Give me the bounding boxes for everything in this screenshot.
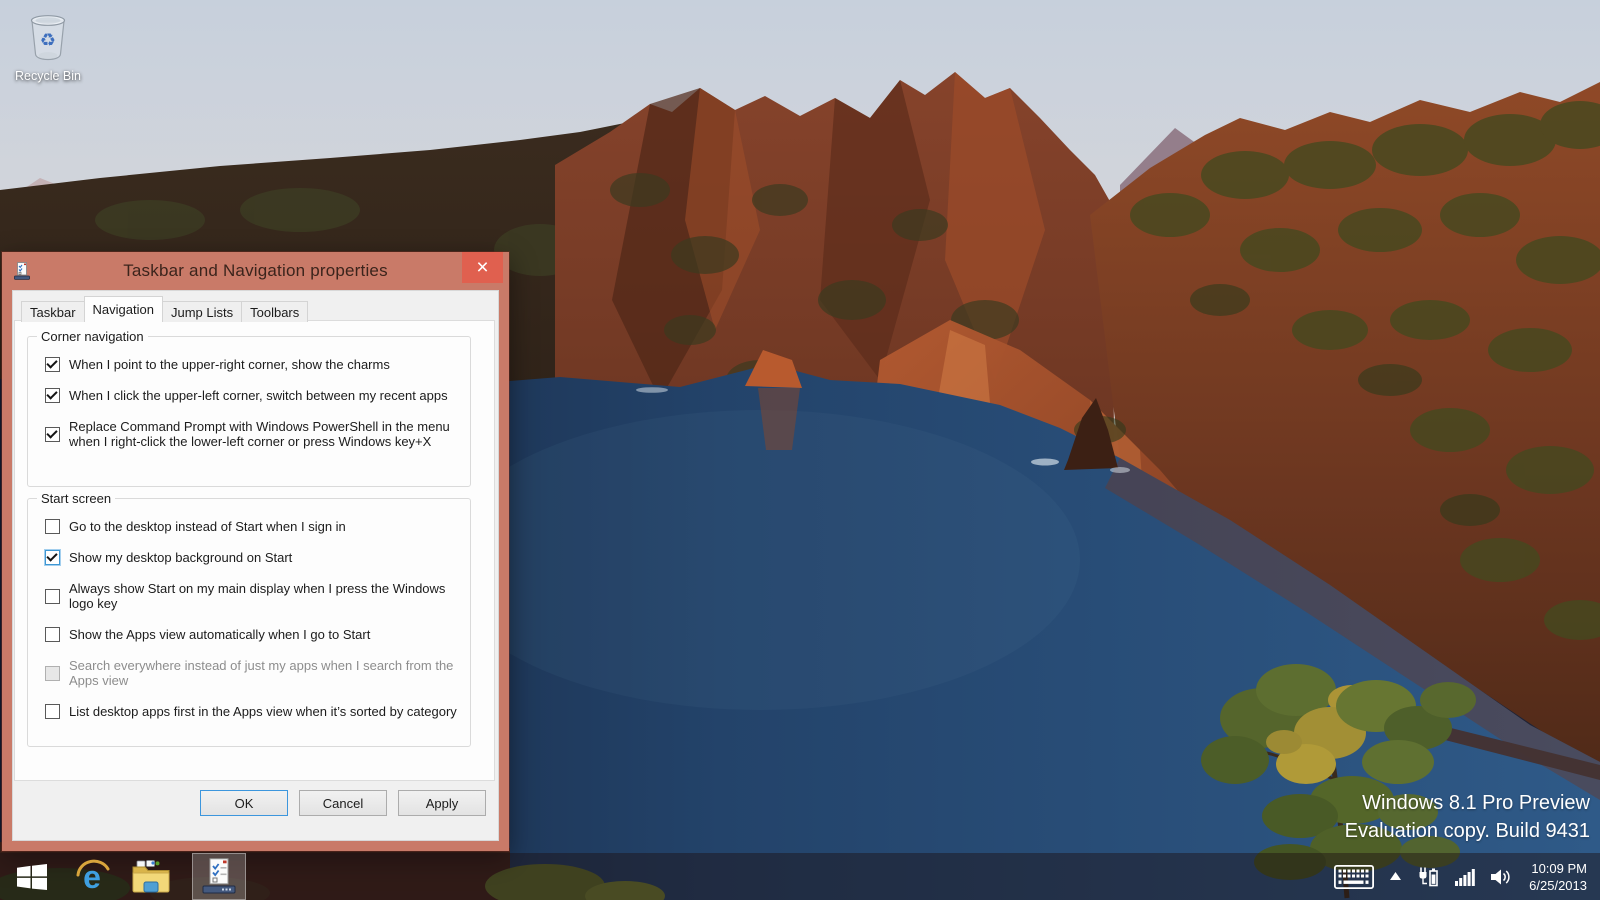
tab-navigation[interactable]: Navigation — [83, 296, 163, 322]
checkbox-label[interactable]: Always show Start on my main display whe… — [69, 581, 462, 611]
checkbox-row: Go to the desktop instead of Start when … — [45, 519, 462, 534]
checkbox[interactable] — [45, 519, 60, 534]
windows-watermark: Windows 8.1 Pro Preview Evaluation copy.… — [1345, 789, 1590, 845]
close-icon: × — [476, 256, 489, 279]
taskbar-clock[interactable]: 10:09 PM 6/25/2013 — [1529, 860, 1587, 894]
tab-toolbars[interactable]: Toolbars — [241, 301, 309, 322]
dialog-app-icon — [14, 262, 30, 280]
taskbar-properties-dialog: Taskbar and Navigation properties × Task… — [2, 252, 509, 851]
ok-button[interactable]: OK — [200, 790, 288, 816]
watermark-line2: Evaluation copy. Build 9431 — [1344, 820, 1590, 842]
checkbox-row: Replace Command Prompt with Windows Powe… — [45, 419, 462, 449]
windows-logo-icon — [17, 863, 47, 890]
group-items: Go to the desktop instead of Start when … — [28, 499, 470, 719]
checkbox-row: List desktop apps first in the Apps view… — [45, 704, 462, 719]
file-explorer-icon — [132, 860, 170, 893]
checkbox-label[interactable]: Show the Apps view automatically when I … — [69, 627, 370, 642]
file-explorer-button[interactable] — [122, 853, 180, 900]
taskbar-properties-app-button[interactable] — [192, 853, 246, 900]
checkbox-row: Show my desktop background on Start — [45, 550, 462, 565]
group-title: Start screen — [37, 491, 116, 506]
speaker-icon — [1491, 869, 1510, 884]
checkbox-label[interactable]: Go to the desktop instead of Start when … — [69, 519, 346, 534]
chevron-up-icon — [1390, 872, 1402, 880]
checkbox[interactable] — [45, 588, 60, 604]
checkbox-row: Show the Apps view automatically when I … — [45, 627, 462, 642]
checkbox-row: Search everywhere instead of just my app… — [45, 658, 462, 688]
checkbox[interactable] — [45, 426, 60, 442]
checkbox — [45, 665, 60, 681]
network-status-button[interactable] — [1455, 868, 1475, 886]
svg-text:♻: ♻ — [40, 30, 56, 51]
group-items: When I point to the upper-right corner, … — [28, 337, 470, 449]
checkbox[interactable] — [45, 704, 60, 719]
touch-keyboard-button[interactable] — [1334, 864, 1375, 889]
checkbox-row: Always show Start on my main display whe… — [45, 581, 462, 611]
group-title: Corner navigation — [37, 329, 148, 344]
checkbox-row: When I click the upper-left corner, swit… — [45, 388, 462, 403]
battery-plug-icon — [1419, 867, 1438, 886]
internet-explorer-button[interactable]: e — [64, 853, 122, 900]
volume-button[interactable] — [1491, 868, 1513, 886]
checkmark-icon — [46, 357, 58, 369]
recycle-bin-icon: ♻ — [30, 15, 66, 61]
checkbox[interactable] — [45, 388, 60, 403]
checkmark-icon — [46, 426, 58, 439]
taskbar-properties-app-icon — [202, 858, 236, 894]
clock-time: 10:09 PM — [1531, 860, 1587, 876]
dialog-body: Taskbar Navigation Jump Lists Toolbars C… — [12, 290, 499, 841]
keyboard-icon — [1334, 864, 1375, 889]
apply-button[interactable]: Apply — [398, 790, 486, 816]
watermark-line1: Windows 8.1 Pro Preview — [1362, 792, 1590, 814]
group-start-screen: Start screen Go to the desktop instead o… — [27, 491, 471, 747]
recycle-bin[interactable]: ♻ Recycle Bin — [8, 8, 88, 83]
checkbox-label[interactable]: When I click the upper-left corner, swit… — [69, 388, 448, 403]
tab-taskbar[interactable]: Taskbar — [21, 301, 85, 322]
tab-strip: Taskbar Navigation Jump Lists Toolbars — [21, 296, 309, 322]
desktop: ♻ Recycle Bin Windows 8.1 Pro Preview Ev… — [0, 0, 1600, 900]
checkmark-icon — [46, 388, 58, 400]
checkbox-label[interactable]: List desktop apps first in the Apps view… — [69, 704, 457, 719]
taskbar: e 10:09 PM 6/25/2013 — [0, 853, 1600, 900]
checkbox-label[interactable]: Replace Command Prompt with Windows Powe… — [69, 419, 462, 449]
checkbox[interactable] — [45, 357, 60, 372]
recycle-bin-label: Recycle Bin — [15, 69, 81, 83]
system-tray: 10:09 PM 6/25/2013 — [1334, 853, 1600, 900]
tab-jump-lists[interactable]: Jump Lists — [161, 301, 243, 322]
cancel-button[interactable]: Cancel — [299, 790, 387, 816]
internet-explorer-icon: e — [76, 859, 110, 895]
dialog-titlebar[interactable]: Taskbar and Navigation properties × — [2, 252, 509, 290]
navigation-tab-page: Corner navigation When I point to the up… — [14, 320, 495, 781]
power-status-button[interactable] — [1417, 866, 1439, 888]
clock-date: 6/25/2013 — [1529, 877, 1587, 893]
close-button[interactable]: × — [462, 252, 503, 283]
checkbox-row: When I point to the upper-right corner, … — [45, 357, 462, 372]
checkbox-label[interactable]: Show my desktop background on Start — [69, 550, 292, 565]
checkmark-icon — [46, 550, 58, 562]
checkbox[interactable] — [45, 550, 60, 565]
checkbox-label: Search everywhere instead of just my app… — [69, 658, 454, 688]
dialog-title: Taskbar and Navigation properties — [123, 261, 388, 280]
show-hidden-icons-button[interactable] — [1390, 872, 1402, 881]
checkbox[interactable] — [45, 627, 60, 642]
start-button[interactable] — [0, 853, 64, 900]
dialog-buttons: OK Cancel Apply — [200, 790, 486, 816]
checkbox-label[interactable]: When I point to the upper-right corner, … — [69, 357, 390, 372]
signal-bars-icon — [1455, 868, 1475, 886]
group-corner-navigation: Corner navigation When I point to the up… — [27, 329, 471, 487]
